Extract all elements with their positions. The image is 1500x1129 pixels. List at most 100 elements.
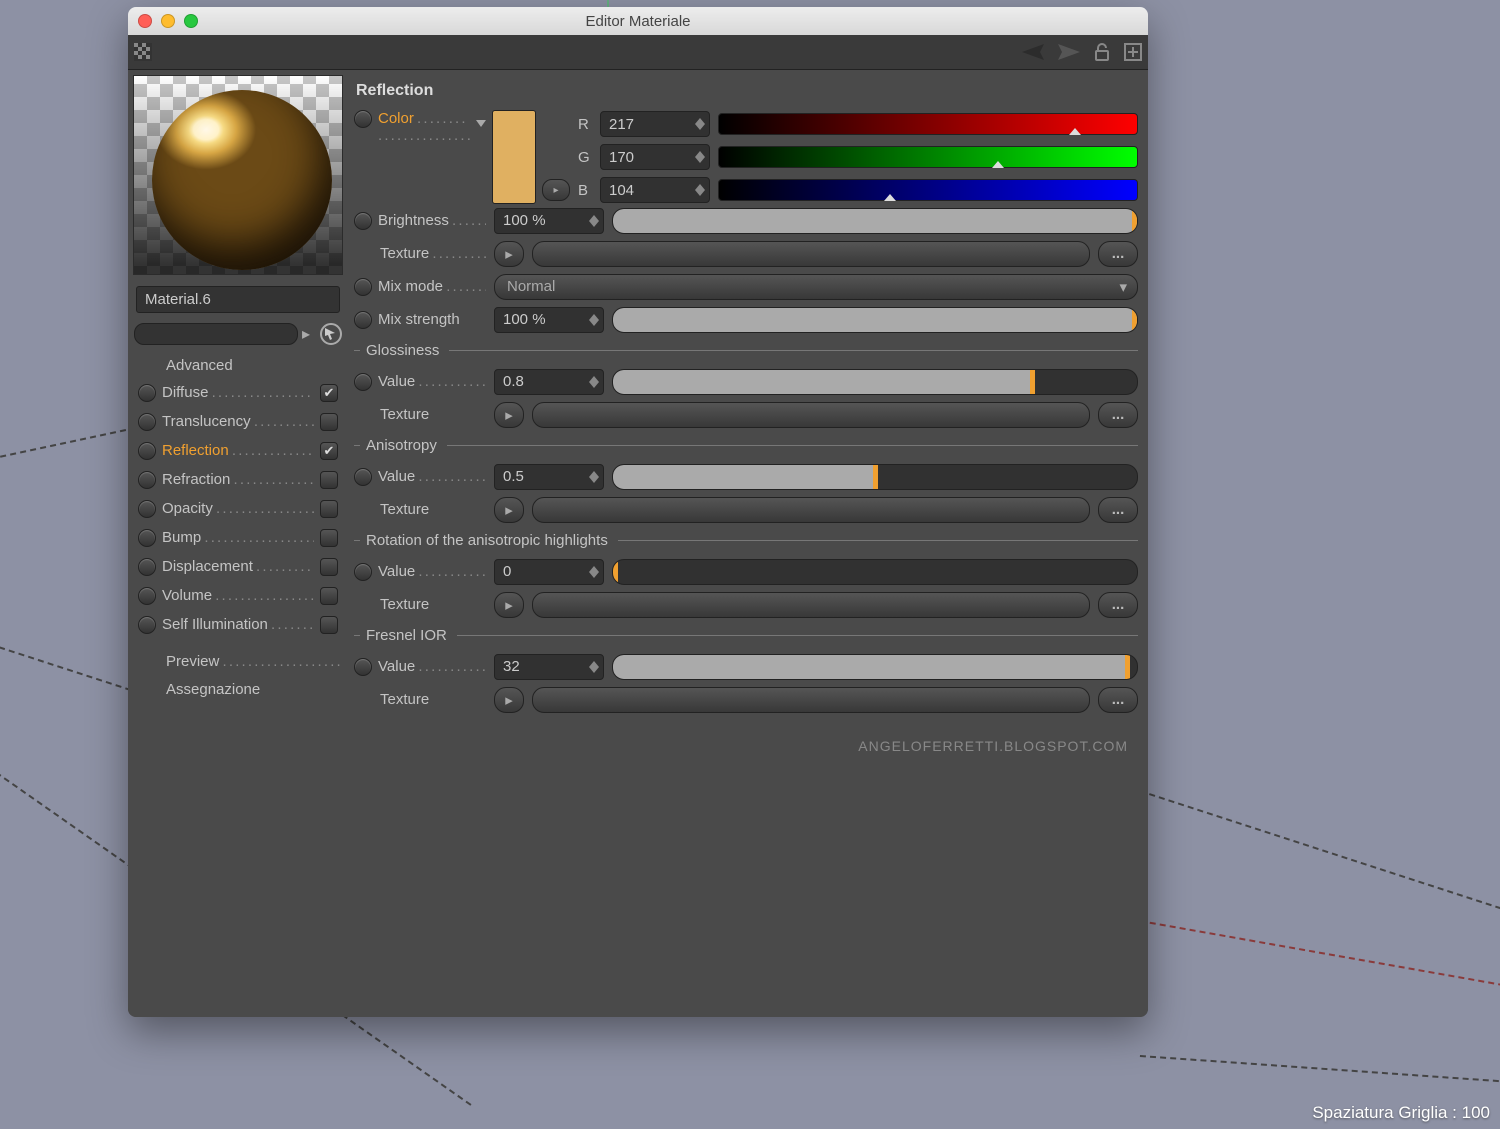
material-name-field[interactable]: Material.6 <box>136 286 340 313</box>
brightness-slider[interactable] <box>612 208 1138 234</box>
texture-slot[interactable] <box>532 497 1090 523</box>
sidebar-item-preview[interactable]: Preview <box>132 649 344 677</box>
reset-icon[interactable] <box>354 373 372 391</box>
browse-button[interactable]: ... <box>1098 241 1138 267</box>
channel-bump[interactable]: Bump <box>132 523 344 552</box>
texture-label: Texture <box>380 501 429 518</box>
g-field[interactable]: 170 <box>600 144 710 170</box>
chevron-down-icon[interactable] <box>476 120 486 127</box>
lock-icon[interactable] <box>1094 43 1110 61</box>
mixmode-label: Mix mode <box>378 278 486 295</box>
texture-label: Texture <box>380 691 429 708</box>
toolbar <box>128 35 1148 70</box>
reset-icon[interactable] <box>354 311 372 329</box>
enable-checkbox[interactable]: ✔ <box>320 442 338 460</box>
texture-slot[interactable] <box>532 402 1090 428</box>
browse-button[interactable]: ... <box>1098 402 1138 428</box>
fresnel-field[interactable]: 32 <box>494 654 604 680</box>
b-slider[interactable] <box>718 179 1138 201</box>
glossiness-heading: Glossiness <box>354 336 1138 365</box>
reset-icon[interactable] <box>138 442 156 460</box>
reset-icon[interactable] <box>138 413 156 431</box>
search-input[interactable] <box>134 323 298 345</box>
enable-checkbox[interactable]: ✔ <box>320 384 338 402</box>
reset-icon[interactable] <box>138 587 156 605</box>
r-field[interactable]: 217 <box>600 111 710 137</box>
picker-icon[interactable] <box>320 323 342 345</box>
reset-icon[interactable] <box>138 558 156 576</box>
r-slider[interactable] <box>718 113 1138 135</box>
texture-arrow-button[interactable]: ▸ <box>494 241 524 267</box>
channel-reflection[interactable]: Reflection✔ <box>132 436 344 465</box>
texture-slot[interactable] <box>532 687 1090 713</box>
anisotropy-heading: Anisotropy <box>354 431 1138 460</box>
texture-arrow-button[interactable]: ▸ <box>494 402 524 428</box>
anisotropy-field[interactable]: 0.5 <box>494 464 604 490</box>
brightness-label: Brightness <box>378 212 486 229</box>
enable-checkbox[interactable] <box>320 529 338 547</box>
browse-button[interactable]: ... <box>1098 497 1138 523</box>
reset-icon[interactable] <box>354 278 372 296</box>
channel-opacity[interactable]: Opacity <box>132 494 344 523</box>
browse-button[interactable]: ... <box>1098 592 1138 618</box>
reset-icon[interactable] <box>138 616 156 634</box>
mixstrength-slider[interactable] <box>612 307 1138 333</box>
reset-icon[interactable] <box>138 471 156 489</box>
enable-checkbox[interactable] <box>320 500 338 518</box>
texture-arrow-button[interactable]: ▸ <box>494 592 524 618</box>
channel-list: Advanced Diffuse✔TranslucencyReflection✔… <box>128 353 348 705</box>
nav-forward-icon <box>1058 44 1080 60</box>
channel-translucency[interactable]: Translucency <box>132 407 344 436</box>
mixstrength-field[interactable]: 100 % <box>494 307 604 333</box>
glossiness-slider[interactable] <box>612 369 1138 395</box>
channel-refraction[interactable]: Refraction <box>132 465 344 494</box>
browse-button[interactable]: ... <box>1098 687 1138 713</box>
texture-arrow-button[interactable]: ▸ <box>494 497 524 523</box>
brightness-field[interactable]: 100 % <box>494 208 604 234</box>
chevron-right-icon[interactable]: ▸ <box>302 324 316 344</box>
mixmode-dropdown[interactable]: Normal▾ <box>494 274 1138 300</box>
material-editor-window: Editor Materiale Material.6 <box>128 7 1148 1017</box>
enable-checkbox[interactable] <box>320 616 338 634</box>
grid-spacing-status: Spaziatura Griglia : 100 <box>1312 1103 1490 1123</box>
texture-label: Texture <box>380 406 429 423</box>
reset-icon[interactable] <box>354 110 372 128</box>
r-label: R <box>578 116 592 133</box>
channel-volume[interactable]: Volume <box>132 581 344 610</box>
color-swatch[interactable] <box>492 110 536 204</box>
reset-icon[interactable] <box>138 384 156 402</box>
channel-self-illumination[interactable]: Self Illumination <box>132 610 344 639</box>
titlebar[interactable]: Editor Materiale <box>128 7 1148 35</box>
reset-icon[interactable] <box>354 468 372 486</box>
glossiness-field[interactable]: 0.8 <box>494 369 604 395</box>
reset-icon[interactable] <box>354 212 372 230</box>
reset-icon[interactable] <box>354 658 372 676</box>
reset-icon[interactable] <box>138 529 156 547</box>
channel-diffuse[interactable]: Diffuse✔ <box>132 378 344 407</box>
rotation-field[interactable]: 0 <box>494 559 604 585</box>
texture-arrow-button[interactable]: ▸ <box>494 687 524 713</box>
anisotropy-slider[interactable] <box>612 464 1138 490</box>
anisotropy-value-label: Value <box>378 468 486 485</box>
fresnel-slider[interactable] <box>612 654 1138 680</box>
texture-slot[interactable] <box>532 241 1090 267</box>
g-slider[interactable] <box>718 146 1138 168</box>
credit-text: ANGELOFERRETTI.BLOGSPOT.COM <box>354 716 1138 754</box>
texture-slot[interactable] <box>532 592 1090 618</box>
material-preview[interactable] <box>133 75 343 275</box>
checker-icon[interactable] <box>134 43 152 61</box>
b-field[interactable]: 104 <box>600 177 710 203</box>
reset-icon[interactable] <box>354 563 372 581</box>
enable-checkbox[interactable] <box>320 413 338 431</box>
rotation-slider[interactable] <box>612 559 1138 585</box>
enable-checkbox[interactable] <box>320 587 338 605</box>
sidebar-item-assign[interactable]: Assegnazione <box>132 677 344 705</box>
rotation-value-label: Value <box>378 563 486 580</box>
new-icon[interactable] <box>1124 43 1142 61</box>
enable-checkbox[interactable] <box>320 471 338 489</box>
enable-checkbox[interactable] <box>320 558 338 576</box>
channel-displacement[interactable]: Displacement <box>132 552 344 581</box>
reset-icon[interactable] <box>138 500 156 518</box>
nav-back-icon[interactable] <box>1022 44 1044 60</box>
arrow-right-icon[interactable]: ▸ <box>542 179 570 201</box>
